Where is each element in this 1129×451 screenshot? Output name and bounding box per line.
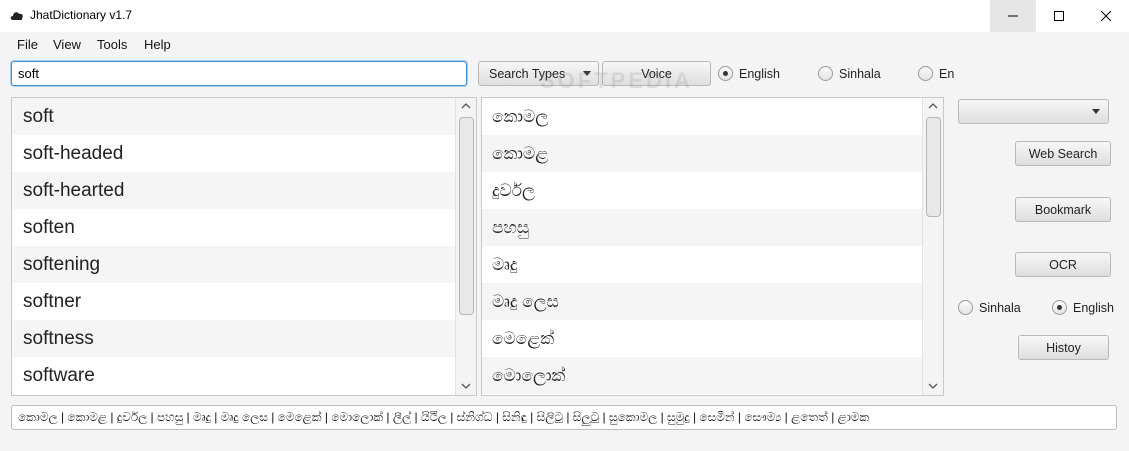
radio-sinhala-side[interactable]: Sinhala	[958, 300, 1021, 315]
list-item[interactable]: soft-headed	[12, 135, 476, 172]
bookmark-button[interactable]: Bookmark	[1015, 197, 1111, 222]
history-label: Histoy	[1046, 340, 1081, 355]
search-input[interactable]	[11, 61, 467, 86]
list-item[interactable]: softner	[12, 283, 476, 320]
list-item[interactable]: soft	[12, 98, 476, 135]
chevron-up-icon[interactable]	[927, 100, 939, 112]
chevron-down-icon	[1092, 109, 1100, 114]
web-search-label: Web Search	[1028, 146, 1098, 161]
list-item[interactable]: මොලොක්	[482, 357, 943, 394]
list-item[interactable]: soften	[12, 209, 476, 246]
voice-button[interactable]: Voice	[602, 61, 711, 86]
list-item[interactable]: මෘදු ලෙස	[482, 283, 943, 320]
search-types-dropdown[interactable]: Search Types	[478, 61, 599, 86]
translation-list[interactable]: කොමල කොමළ දුර්වල පහසු මෘදු මෘදු ලෙස මෙළෙ…	[481, 97, 944, 396]
radio-label: Sinhala	[839, 66, 881, 81]
radio-indicator[interactable]	[818, 66, 833, 81]
scroll-thumb[interactable]	[926, 117, 941, 217]
radio-english-top[interactable]: English	[718, 66, 780, 81]
window-title: JhatDictionary v1.7	[30, 8, 133, 22]
radio-label: English	[739, 66, 780, 81]
maximize-button[interactable]	[1036, 0, 1082, 32]
search-types-label: Search Types	[489, 66, 566, 81]
list-item[interactable]: software	[12, 357, 476, 394]
side-dropdown[interactable]	[958, 99, 1109, 124]
cloud-icon	[10, 12, 23, 20]
minimize-button[interactable]	[990, 0, 1036, 32]
result-text-field[interactable]: කොමල | කොමළ | දුර්වල | පහසු | මෘදු | මෘද…	[11, 405, 1117, 430]
list-item[interactable]: මෘදු	[482, 246, 943, 283]
list-item[interactable]: කොමළ	[482, 135, 943, 172]
radio-label: Sinhala	[979, 300, 1021, 315]
chevron-down-icon[interactable]	[460, 380, 472, 392]
menu-bar: File View Tools Help	[0, 34, 1129, 56]
list-item[interactable]: පහසු	[482, 209, 943, 246]
list-item[interactable]: දුර්වල	[482, 172, 943, 209]
scroll-thumb[interactable]	[459, 117, 474, 315]
radio-indicator[interactable]	[958, 300, 973, 315]
list-item[interactable]: softening	[12, 246, 476, 283]
title-bar: JhatDictionary v1.7	[0, 0, 1129, 32]
radio-english-side[interactable]: English	[1052, 300, 1114, 315]
chevron-down-icon[interactable]	[927, 380, 939, 392]
menu-view[interactable]: View	[53, 37, 81, 52]
history-button[interactable]: Histoy	[1018, 335, 1109, 360]
list-item[interactable]: මෙළෙක්	[482, 320, 943, 357]
bookmark-label: Bookmark	[1034, 202, 1092, 217]
radio-label: English	[1073, 300, 1114, 315]
word-list[interactable]: soft soft-headed soft-hearted soften sof…	[11, 97, 477, 396]
ocr-label: OCR	[1049, 257, 1077, 272]
radio-indicator[interactable]	[1052, 300, 1067, 315]
radio-indicator[interactable]	[718, 66, 733, 81]
translation-list-scrollbar[interactable]	[922, 98, 943, 395]
menu-tools[interactable]: Tools	[97, 37, 127, 52]
radio-label: En	[939, 66, 955, 81]
minimize-icon	[1008, 15, 1018, 17]
radio-sinhala-top[interactable]: Sinhala	[818, 66, 881, 81]
chevron-down-icon	[583, 71, 591, 76]
list-item[interactable]: softness	[12, 320, 476, 357]
list-item[interactable]: soft-hearted	[12, 172, 476, 209]
close-icon	[1101, 11, 1111, 21]
menu-file[interactable]: File	[17, 37, 38, 52]
radio-en-top[interactable]: En	[918, 66, 954, 81]
list-item[interactable]: කොමල	[482, 98, 943, 135]
close-button[interactable]	[1083, 0, 1129, 32]
web-search-button[interactable]: Web Search	[1015, 141, 1111, 166]
ocr-button[interactable]: OCR	[1015, 252, 1111, 277]
menu-help[interactable]: Help	[144, 37, 171, 52]
maximize-icon	[1054, 11, 1064, 21]
word-list-scrollbar[interactable]	[455, 98, 476, 395]
voice-label: Voice	[641, 66, 672, 81]
chevron-up-icon[interactable]	[460, 100, 472, 112]
radio-indicator[interactable]	[918, 66, 933, 81]
